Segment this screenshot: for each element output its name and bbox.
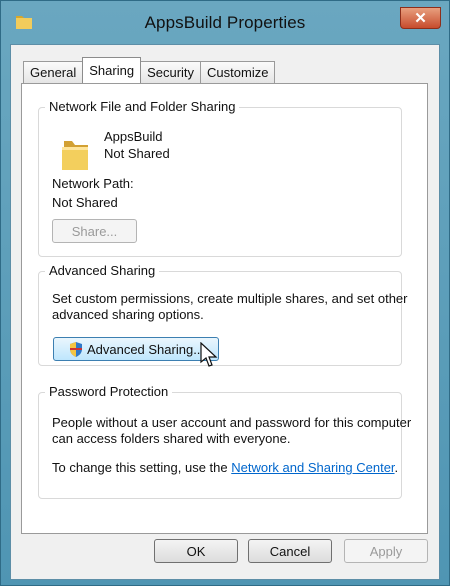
advanced-sharing-group: Advanced Sharing Set custom permissions,… [38,263,408,366]
mouse-pointer-icon [200,342,218,367]
folder-icon [62,141,88,170]
properties-window: AppsBuild Properties ✕ General Sharing S… [0,0,450,586]
tab-security[interactable]: Security [140,61,202,83]
apply-button[interactable]: Apply [344,539,428,563]
advanced-sharing-description-line-1: Set custom permissions, create multiple … [52,291,408,306]
advanced-sharing-button[interactable]: Advanced Sharing... [53,337,219,361]
window-title: AppsBuild Properties [144,13,306,32]
sharing-tab-panel: Network File and Folder Sharing AppsBuil… [21,83,428,534]
shield-icon [69,341,82,357]
folder-name: AppsBuild [104,129,163,144]
network-path-value: Not Shared [52,195,118,210]
tab-sharing[interactable]: Sharing [82,57,142,83]
share-button[interactable]: Share... [52,219,137,243]
ok-button[interactable]: OK [154,539,238,563]
network-sharing-group: Network File and Folder Sharing AppsBuil… [38,99,402,257]
password-protection-group: Password Protection People without a use… [38,384,411,499]
advanced-sharing-button-label: Advanced Sharing... [86,341,205,357]
password-description-line-2: can access folders shared with everyone. [52,431,291,446]
advanced-sharing-description-line-2: advanced sharing options. [52,307,204,322]
tab-general[interactable]: General [23,61,84,83]
network-sharing-center-link[interactable]: Network and Sharing Center [231,460,394,475]
dialog-client-area: General Sharing Security Customize Netwo… [10,44,440,580]
title-bar[interactable]: AppsBuild Properties ✕ [1,1,449,45]
change-setting-prefix: To change this setting, use the [52,460,232,475]
network-path-label: Network Path: [52,176,134,191]
cancel-button[interactable]: Cancel [248,539,332,563]
password-protection-title: Password Protection [45,384,173,399]
tab-customize[interactable]: Customize [200,61,276,83]
advanced-sharing-title: Advanced Sharing [45,263,160,278]
close-icon: ✕ [414,9,427,27]
folder-sharing-status: Not Shared [104,146,170,161]
close-button[interactable]: ✕ [400,7,441,29]
change-setting-text: To change this setting, use the Network … [52,460,398,475]
change-setting-period: . [394,460,399,475]
network-sharing-title: Network File and Folder Sharing [45,99,240,114]
password-description-line-1: People without a user account and passwo… [52,415,412,430]
tab-strip: General Sharing Security Customize [23,57,276,83]
